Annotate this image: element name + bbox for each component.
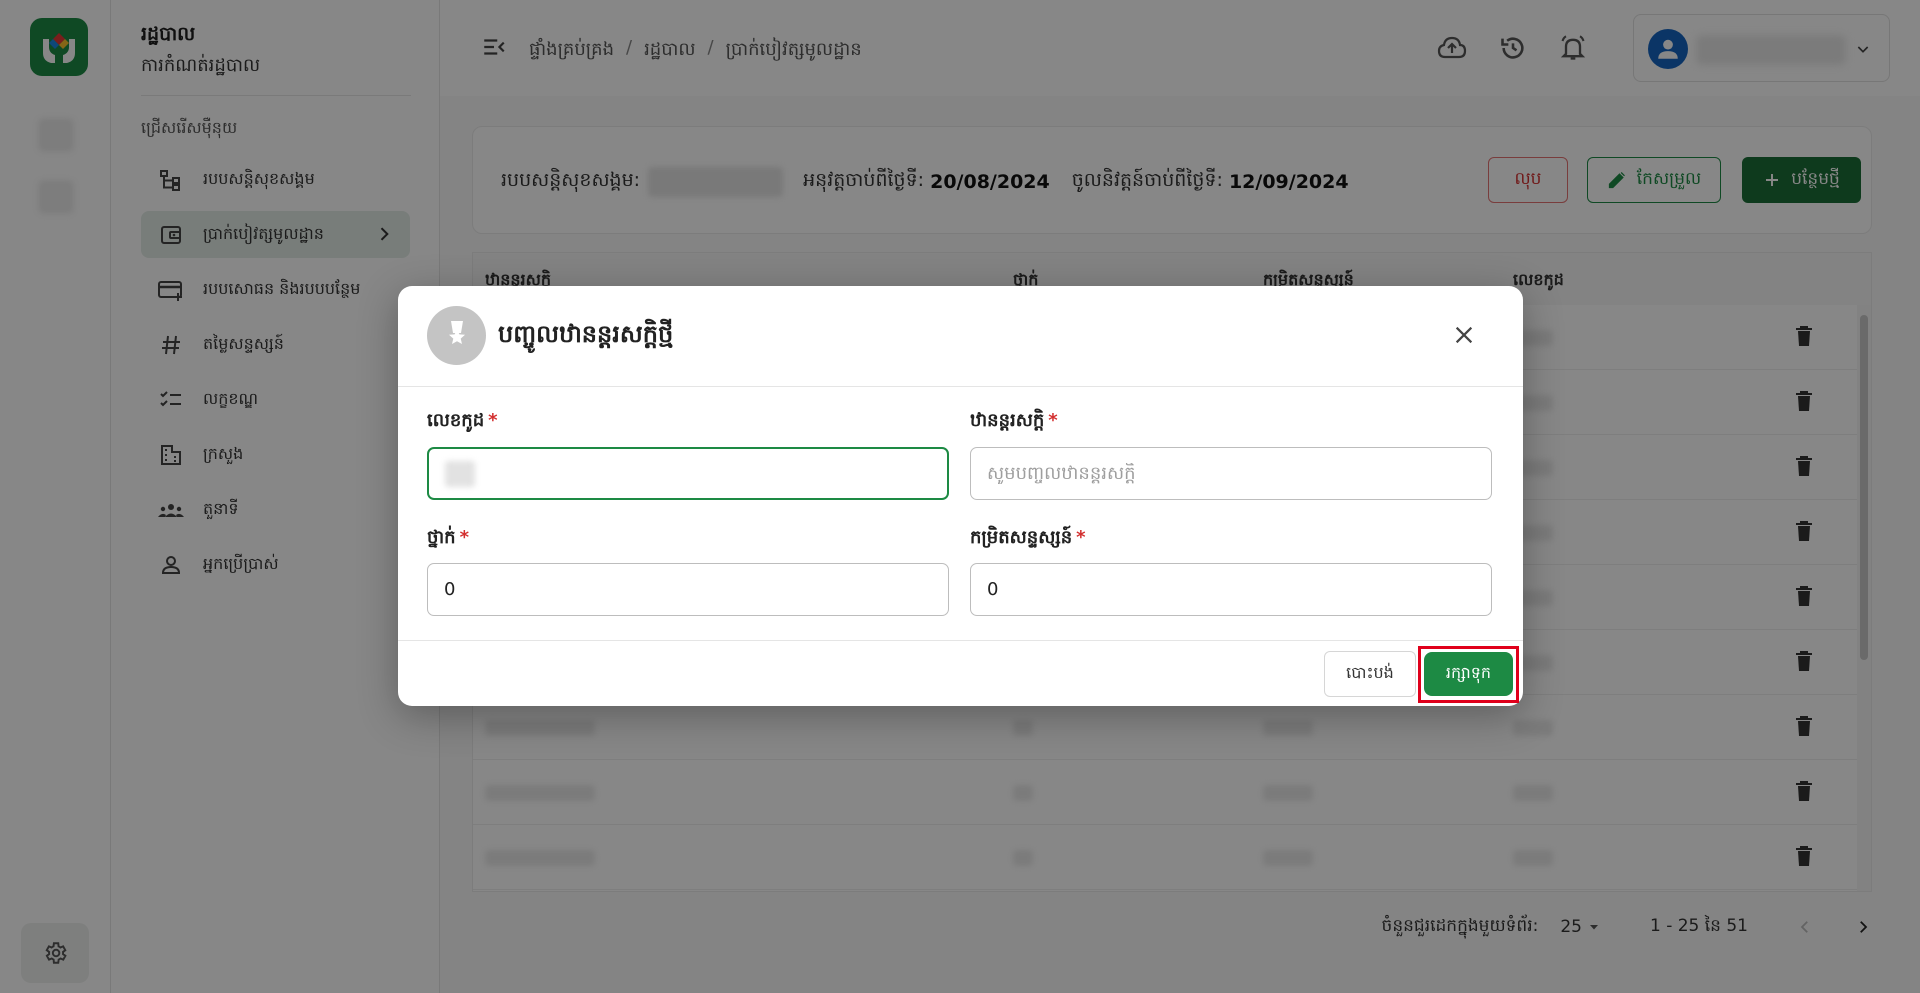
close-button[interactable] bbox=[1451, 322, 1477, 348]
rank-label-text: ឋានន្តរសក្តិ bbox=[970, 410, 1045, 431]
rank-text-input[interactable] bbox=[987, 463, 1475, 484]
code-field-label: លេខកូដ * bbox=[427, 408, 498, 435]
index-input[interactable]: 0 bbox=[970, 563, 1492, 616]
save-button[interactable]: រក្សាទុក bbox=[1424, 652, 1513, 696]
grade-label-text: ថ្នាក់ bbox=[427, 527, 456, 548]
code-label-text: លេខកូដ bbox=[427, 410, 485, 431]
index-label-text: កម្រិតសន្ទស្សន៍ bbox=[970, 527, 1073, 548]
required-mark: * bbox=[1048, 410, 1058, 431]
code-input[interactable] bbox=[427, 447, 949, 500]
required-mark: * bbox=[488, 410, 498, 431]
rank-field-label: ឋានន្តរសក្តិ * bbox=[970, 408, 1058, 435]
index-value: 0 bbox=[987, 579, 999, 600]
close-icon bbox=[1455, 326, 1473, 344]
required-mark: * bbox=[1076, 527, 1086, 548]
dialog-header: បញ្ចូលឋានន្តរសក្តិថ្មី bbox=[398, 286, 1523, 387]
grade-value: 0 bbox=[444, 579, 456, 600]
dialog-title: បញ្ចូលឋានន្តរសក្តិថ្មី bbox=[498, 320, 674, 348]
index-field-label: កម្រិតសន្ទស្សន៍ * bbox=[970, 525, 1086, 552]
rank-input[interactable] bbox=[970, 447, 1492, 500]
grade-input[interactable]: 0 bbox=[427, 563, 949, 616]
dialog-footer-divider bbox=[398, 640, 1523, 641]
code-value-blurred bbox=[445, 460, 475, 487]
add-rank-dialog: បញ្ចូលឋានន្តរសក្តិថ្មី លេខកូដ * ឋានន្តរសក… bbox=[398, 286, 1523, 706]
grade-field-label: ថ្នាក់ * bbox=[427, 525, 469, 552]
required-mark: * bbox=[459, 527, 469, 548]
cancel-button[interactable]: បោះបង់ bbox=[1324, 651, 1416, 697]
medal-icon bbox=[427, 306, 486, 365]
